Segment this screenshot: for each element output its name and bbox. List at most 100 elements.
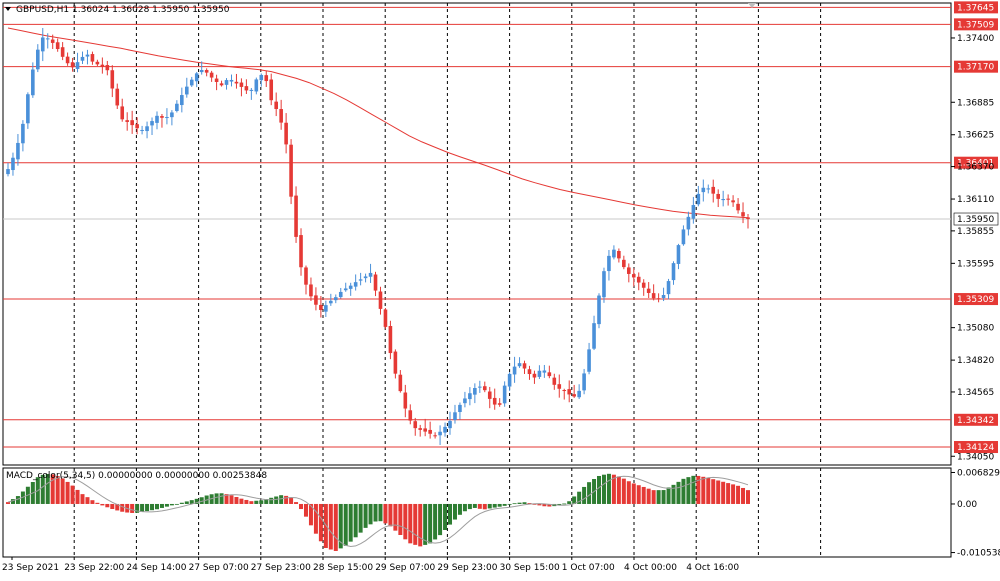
macd-bar <box>80 494 85 504</box>
macd-bar <box>443 503 448 530</box>
chart-canvas[interactable]: 1.376451.375091.371701.364011.353091.343… <box>0 0 1000 581</box>
macd-bar <box>313 503 318 534</box>
macd-bar <box>726 483 731 504</box>
macd-bar <box>716 480 721 504</box>
macd-bar <box>239 498 244 504</box>
macd-bar <box>457 503 462 515</box>
macd-bar <box>418 503 423 547</box>
candle-body <box>438 431 442 436</box>
macd-label: MACD_color(5,34,5) 0.00000000 0.00000000… <box>6 471 267 481</box>
candle-body <box>155 115 159 123</box>
candle-body <box>448 421 452 429</box>
macd-bar <box>6 502 10 504</box>
candle-body <box>666 281 671 295</box>
macd-tick-label: 0.00 <box>957 500 977 510</box>
macd-bar <box>259 500 264 504</box>
macd-bar <box>562 503 567 505</box>
macd-bar <box>254 500 259 504</box>
macd-bar <box>507 503 512 505</box>
macd-bar <box>626 481 631 504</box>
candle-body <box>547 372 552 377</box>
candle-body <box>512 366 517 375</box>
candle-body <box>304 267 308 285</box>
macd-bar <box>184 501 189 504</box>
candle-body <box>70 62 75 68</box>
candle-body <box>646 288 651 293</box>
candle-body <box>746 217 750 220</box>
candle-body <box>363 276 368 279</box>
candle-body <box>95 61 100 65</box>
candle-body <box>711 186 716 194</box>
macd-bar <box>512 503 517 505</box>
macd-bar <box>368 503 373 525</box>
macd-bar <box>467 503 472 510</box>
time-label: 30 Sep 15:00 <box>500 563 560 573</box>
price-label: 1.36370 <box>957 163 994 173</box>
candle-body <box>716 193 721 199</box>
candle-body <box>741 212 745 217</box>
candle-body <box>497 403 502 405</box>
candle-body <box>403 392 408 409</box>
chart-header: GBPUSD,H1 1.36024 1.36028 1.35950 1.3595… <box>5 5 230 15</box>
dropdown-triangle-icon[interactable] <box>5 7 11 11</box>
macd-bar <box>403 503 408 540</box>
macd-bar <box>358 503 363 533</box>
candle-body <box>527 369 532 375</box>
candle-body <box>130 120 134 126</box>
macd-tick-label: -0.0105381 <box>957 549 1000 559</box>
candle-body <box>6 169 10 175</box>
price-label: 1.35855 <box>957 227 994 237</box>
time-label: 1 Oct 07:00 <box>562 563 615 573</box>
candle-body <box>100 64 105 67</box>
candlesticks <box>6 28 750 445</box>
time-label: 27 Sep 07:00 <box>189 563 249 573</box>
candle-body <box>691 205 696 219</box>
macd-bar <box>736 485 741 504</box>
candle-body <box>229 79 234 82</box>
macd-bar <box>597 475 602 504</box>
macd-bar <box>621 478 626 504</box>
candle-body <box>160 116 164 118</box>
macd-bar <box>641 486 646 504</box>
macd-bar <box>746 490 750 504</box>
price-label: 1.36110 <box>957 195 994 205</box>
candle-body <box>239 82 244 87</box>
candle-body <box>502 385 507 404</box>
macd-bar <box>65 481 70 504</box>
candle-body <box>681 229 686 245</box>
ma-line <box>7 27 749 219</box>
candle-body <box>224 80 229 85</box>
macd-bar <box>214 493 219 504</box>
candle-body <box>478 386 482 388</box>
macd-bar <box>651 490 656 504</box>
candle-body <box>294 195 298 237</box>
candle-body <box>165 117 169 119</box>
macd-bar <box>318 503 323 542</box>
macd-bar <box>522 502 527 504</box>
candle-body <box>50 39 55 43</box>
candle-body <box>413 421 418 429</box>
price-level-label: 1.35309 <box>957 295 994 305</box>
macd-bar <box>348 503 353 542</box>
price-label: 1.36625 <box>957 131 994 141</box>
candle-body <box>184 86 189 95</box>
candle-body <box>587 349 591 372</box>
candle-body <box>249 89 254 91</box>
candle-body <box>537 370 542 377</box>
horizontal-levels[interactable]: 1.376451.375091.371701.364011.353091.343… <box>3 1 999 454</box>
macd-bar <box>100 503 105 506</box>
candle-body <box>607 255 611 272</box>
candle-body <box>656 298 661 300</box>
candle-body <box>592 323 596 349</box>
price-label: 1.35595 <box>957 259 994 269</box>
candle-body <box>204 70 209 73</box>
macd-bar <box>383 503 388 524</box>
macd-bar <box>676 481 681 504</box>
macd-bar <box>438 503 443 536</box>
candle-body <box>582 373 586 391</box>
candle-body <box>105 65 110 71</box>
macd-bar <box>462 503 467 512</box>
candle-body <box>542 370 547 373</box>
time-label: 29 Sep 23:00 <box>437 563 497 573</box>
candle-body <box>492 397 497 405</box>
